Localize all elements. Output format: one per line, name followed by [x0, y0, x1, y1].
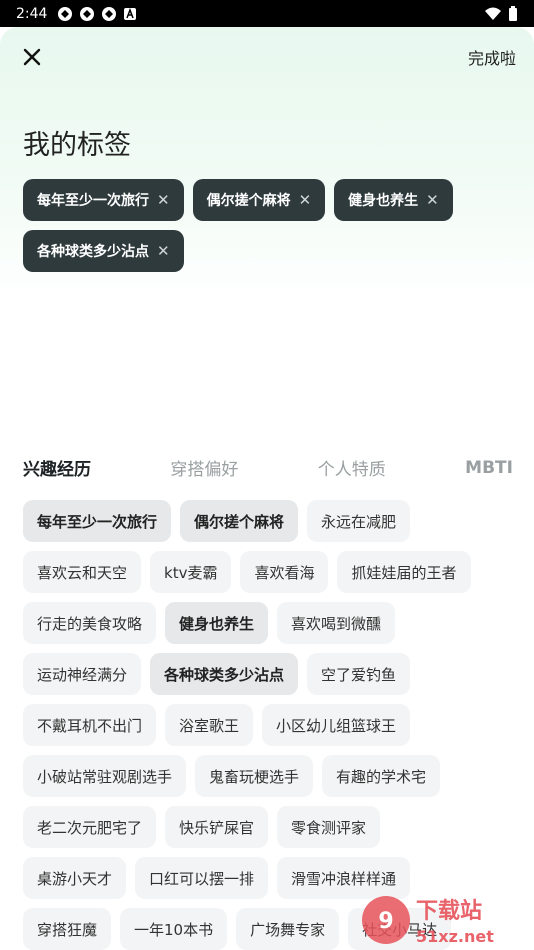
category-tabs: 兴趣经历 穿搭偏好 个人特质 MBTI [21, 455, 513, 480]
done-button[interactable]: 完成啦 [468, 45, 516, 69]
tag-row: 老二次元肥宅了 快乐铲屎官 零食测评家 [23, 806, 518, 848]
status-bar: 2:44 [0, 0, 534, 27]
app-notification-icon [58, 6, 73, 21]
close-button[interactable] [18, 43, 46, 71]
tab-style[interactable]: 穿搭偏好 [170, 455, 238, 480]
my-tag-label: 健身也养生 [348, 193, 419, 209]
tag-option[interactable]: ktv麦霸 [150, 551, 232, 593]
tag-row: 不戴耳机不出门 浴室歌王 小区幼儿组篮球王 [23, 704, 518, 746]
tag-options-grid: 每年至少一次旅行 偶尔搓个麻将 永远在减肥 喜欢云和天空 ktv麦霸 喜欢看海 … [23, 500, 518, 950]
tab-interests[interactable]: 兴趣经历 [21, 455, 93, 480]
battery-icon [509, 5, 517, 21]
my-tags-list: 每年至少一次旅行 ✕ 偶尔搓个麻将 ✕ 健身也养生 ✕ 各种球类多少沾点 ✕ [23, 179, 523, 272]
status-notification-icons [57, 6, 137, 22]
my-tag-chip: 健身也养生 ✕ [334, 179, 453, 221]
tag-option[interactable]: 快乐铲屎官 [165, 806, 269, 848]
tag-option[interactable]: 小破站常驻观剧选手 [23, 755, 187, 797]
my-tag-label: 每年至少一次旅行 [37, 193, 149, 209]
tab-mbti[interactable]: MBTI [465, 458, 513, 478]
tag-option[interactable]: 喜欢喝到微醺 [277, 602, 396, 644]
svg-text:9: 9 [378, 909, 393, 934]
tag-option[interactable]: 不戴耳机不出门 [23, 704, 157, 746]
tag-option[interactable]: 各种球类多少沾点 [150, 653, 299, 695]
status-time: 2:44 [16, 5, 48, 22]
tag-option[interactable]: 桌游小天才 [23, 857, 127, 899]
tag-option[interactable]: 喜欢云和天空 [23, 551, 142, 593]
status-system-icons [484, 5, 518, 22]
watermark-logo: 9 下载站 51xz.net [362, 896, 494, 946]
tab-traits[interactable]: 个人特质 [318, 455, 386, 480]
tag-option[interactable]: 有趣的学术宅 [322, 755, 441, 797]
close-icon [23, 48, 41, 66]
tag-option[interactable]: 运动神经满分 [23, 653, 142, 695]
remove-tag-icon[interactable]: ✕ [157, 242, 170, 260]
tag-option[interactable]: 健身也养生 [165, 602, 269, 644]
wifi-icon [485, 7, 501, 20]
tag-option[interactable]: 喜欢看海 [240, 551, 329, 593]
my-tag-chip: 每年至少一次旅行 ✕ [23, 179, 184, 221]
svg-text:51xz.net: 51xz.net [416, 927, 494, 946]
tag-option[interactable]: 行走的美食攻略 [23, 602, 157, 644]
my-tag-label: 各种球类多少沾点 [37, 244, 149, 260]
app-notification-icon [102, 6, 117, 21]
tag-option[interactable]: 一年10本书 [120, 908, 228, 950]
tab-label: 兴趣经历 [23, 460, 91, 480]
tag-option[interactable]: 穿搭狂魔 [23, 908, 112, 950]
app-notification-icon [80, 6, 95, 21]
tag-option[interactable]: 抓娃娃届的王者 [337, 551, 471, 593]
tag-option[interactable]: 空了爱钓鱼 [307, 653, 411, 695]
tag-option[interactable]: 老二次元肥宅了 [23, 806, 157, 848]
tag-option[interactable]: 小区幼儿组篮球王 [262, 704, 411, 746]
tag-option[interactable]: 每年至少一次旅行 [23, 500, 172, 542]
tag-option[interactable]: 零食测评家 [277, 806, 381, 848]
tag-option[interactable]: 永远在减肥 [307, 500, 411, 542]
my-tag-chip: 偶尔搓个麻将 ✕ [192, 179, 326, 221]
tag-row: 运动神经满分 各种球类多少沾点 空了爱钓鱼 [23, 653, 518, 695]
tag-option[interactable]: 偶尔搓个麻将 [180, 500, 299, 542]
tag-option[interactable]: 口红可以摆一排 [135, 857, 269, 899]
tag-option[interactable]: 鬼畜玩梗选手 [195, 755, 314, 797]
tag-editor-sheet: 完成啦 我的标签 每年至少一次旅行 ✕ 偶尔搓个麻将 ✕ 健身也养生 ✕ 各种球… [0, 27, 534, 950]
svg-text:下载站: 下载站 [416, 898, 482, 924]
tag-row: 小破站常驻观剧选手 鬼畜玩梗选手 有趣的学术宅 [23, 755, 518, 797]
tag-row: 每年至少一次旅行 偶尔搓个麻将 永远在减肥 [23, 500, 518, 542]
tag-row: 行走的美食攻略 健身也养生 喜欢喝到微醺 [23, 602, 518, 644]
tag-option[interactable]: 广场舞专家 [236, 908, 340, 950]
remove-tag-icon[interactable]: ✕ [426, 191, 439, 209]
remove-tag-icon[interactable]: ✕ [299, 191, 312, 209]
my-tag-chip: 各种球类多少沾点 ✕ [23, 230, 184, 272]
tag-option[interactable]: 浴室歌王 [165, 704, 254, 746]
my-tag-label: 偶尔搓个麻将 [206, 193, 291, 209]
page-title: 我的标签 [23, 130, 131, 161]
tag-row: 喜欢云和天空 ktv麦霸 喜欢看海 抓娃娃届的王者 [23, 551, 518, 593]
font-icon [124, 7, 137, 20]
remove-tag-icon[interactable]: ✕ [157, 191, 170, 209]
